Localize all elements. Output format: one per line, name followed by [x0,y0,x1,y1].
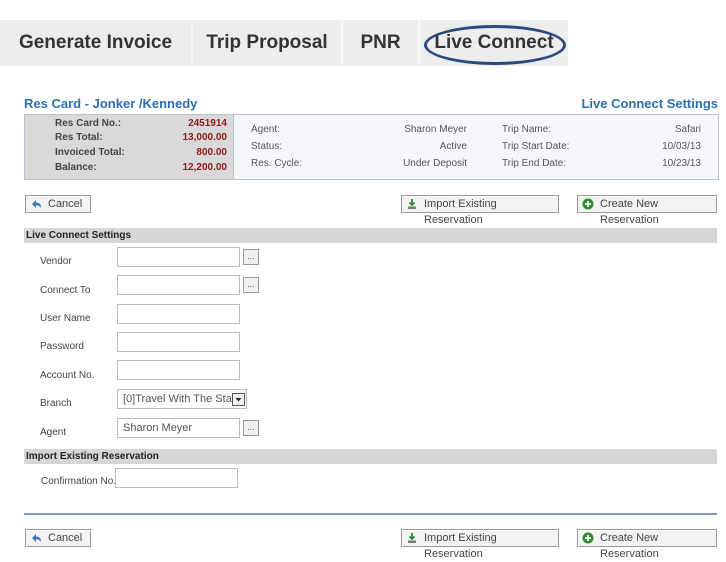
connect-to-label: Connect To [40,285,91,296]
agent-label: Agent: [251,124,280,135]
agent-field[interactable]: Sharon Meyer [117,418,240,438]
agent-value: Sharon Meyer [404,124,467,135]
summary-row: Res Card No.: 2451914 [25,118,233,132]
section-title: Import Existing Reservation [26,451,159,462]
account-number-label: Account No. [40,370,95,381]
branch-selected-value: [0]Travel With The Stars [123,393,241,405]
confirmation-number-field[interactable] [115,468,238,488]
password-field[interactable] [117,332,240,352]
tab-generate-invoice[interactable]: Generate Invoice [0,20,191,66]
tab-pnr[interactable]: PNR [343,20,418,66]
res-card-title: Res Card - Jonker /Kennedy [24,96,198,111]
summary-label: Res Total: [55,132,103,143]
agent-lookup-button[interactable]: ... [243,420,259,436]
import-icon [408,199,416,209]
branch-label: Branch [40,398,72,409]
tab-bar: Generate Invoice Trip Proposal PNR Live … [0,20,568,66]
create-label: Create New Reservation [600,532,659,560]
connect-to-lookup-button[interactable]: ... [243,277,259,293]
active-tab-highlight [424,25,566,65]
back-arrow-icon [32,200,41,208]
summary-label: Balance: [55,162,97,173]
form-divider [24,513,717,515]
reservation-summary: Res Card No.: 2451914 Res Total: 13,000.… [25,115,234,179]
cancel-label: Cancel [48,198,83,210]
cancel-button[interactable]: Cancel [25,529,91,547]
create-label: Create New Reservation [600,198,659,226]
agent-form-label: Agent [40,427,67,438]
summary-row: Invoiced Total: 800.00 [25,147,233,161]
account-number-field[interactable] [117,360,240,380]
create-new-reservation-button[interactable]: Create New Reservation [577,195,717,226]
import-existing-reservation-button[interactable]: Import Existing Reservation [401,529,559,560]
username-label: User Name [40,313,91,324]
status-label: Status: [251,141,283,152]
cancel-button[interactable]: Cancel [25,195,91,213]
trip-start-label: Trip Start Date: [502,141,570,152]
live-connect-settings-link[interactable]: Live Connect Settings [581,96,718,111]
add-circle-icon [582,532,594,544]
back-arrow-icon [32,534,41,542]
res-cycle-label: Res. Cycle: [251,158,303,169]
summary-label: Res Card No.: [55,118,122,129]
tab-trip-proposal[interactable]: Trip Proposal [193,20,341,66]
branch-select[interactable]: [0]Travel With The Stars [117,389,247,409]
summary-value: 13,000.00 [182,132,228,143]
password-label: Password [40,341,84,352]
vendor-field[interactable] [117,247,240,267]
status-value: Active [439,141,467,152]
trip-end-label: Trip End Date: [502,158,567,169]
live-connect-settings-section-header: Live Connect Settings [24,228,717,243]
summary-value: 12,200.00 [182,162,228,173]
summary-row: Balance: 12,200.00 [25,162,233,176]
confirmation-number-label: Confirmation No. [41,476,117,487]
trip-start-value: 10/03/13 [662,141,701,152]
section-title: Live Connect Settings [26,230,132,241]
vendor-lookup-button[interactable]: ... [243,249,259,265]
import-existing-reservation-section-header: Import Existing Reservation [24,449,717,464]
trip-name-label: Trip Name: [502,124,552,135]
trip-name-value: Safari [674,124,701,135]
create-new-reservation-button[interactable]: Create New Reservation [577,529,717,560]
res-cycle-value: Under Deposit [403,158,467,169]
import-icon [408,533,416,543]
cancel-label: Cancel [48,532,83,544]
branch-dropdown-button[interactable] [232,393,245,406]
summary-label: Invoiced Total: [55,147,125,158]
summary-value: 2451914 [188,118,227,129]
add-circle-icon [582,198,594,210]
summary-row: Res Total: 13,000.00 [25,132,233,146]
reservation-info-panel: Res Card No.: 2451914 Res Total: 13,000.… [24,114,719,180]
import-existing-reservation-button[interactable]: Import Existing Reservation [401,195,559,226]
chevron-down-icon [235,398,242,402]
import-label: Import Existing Reservation [424,532,497,560]
vendor-label: Vendor [40,256,72,267]
username-field[interactable] [117,304,240,324]
summary-value: 800.00 [196,147,227,158]
connect-to-field[interactable] [117,275,240,295]
trip-end-value: 10/23/13 [662,158,701,169]
import-label: Import Existing Reservation [424,198,497,226]
